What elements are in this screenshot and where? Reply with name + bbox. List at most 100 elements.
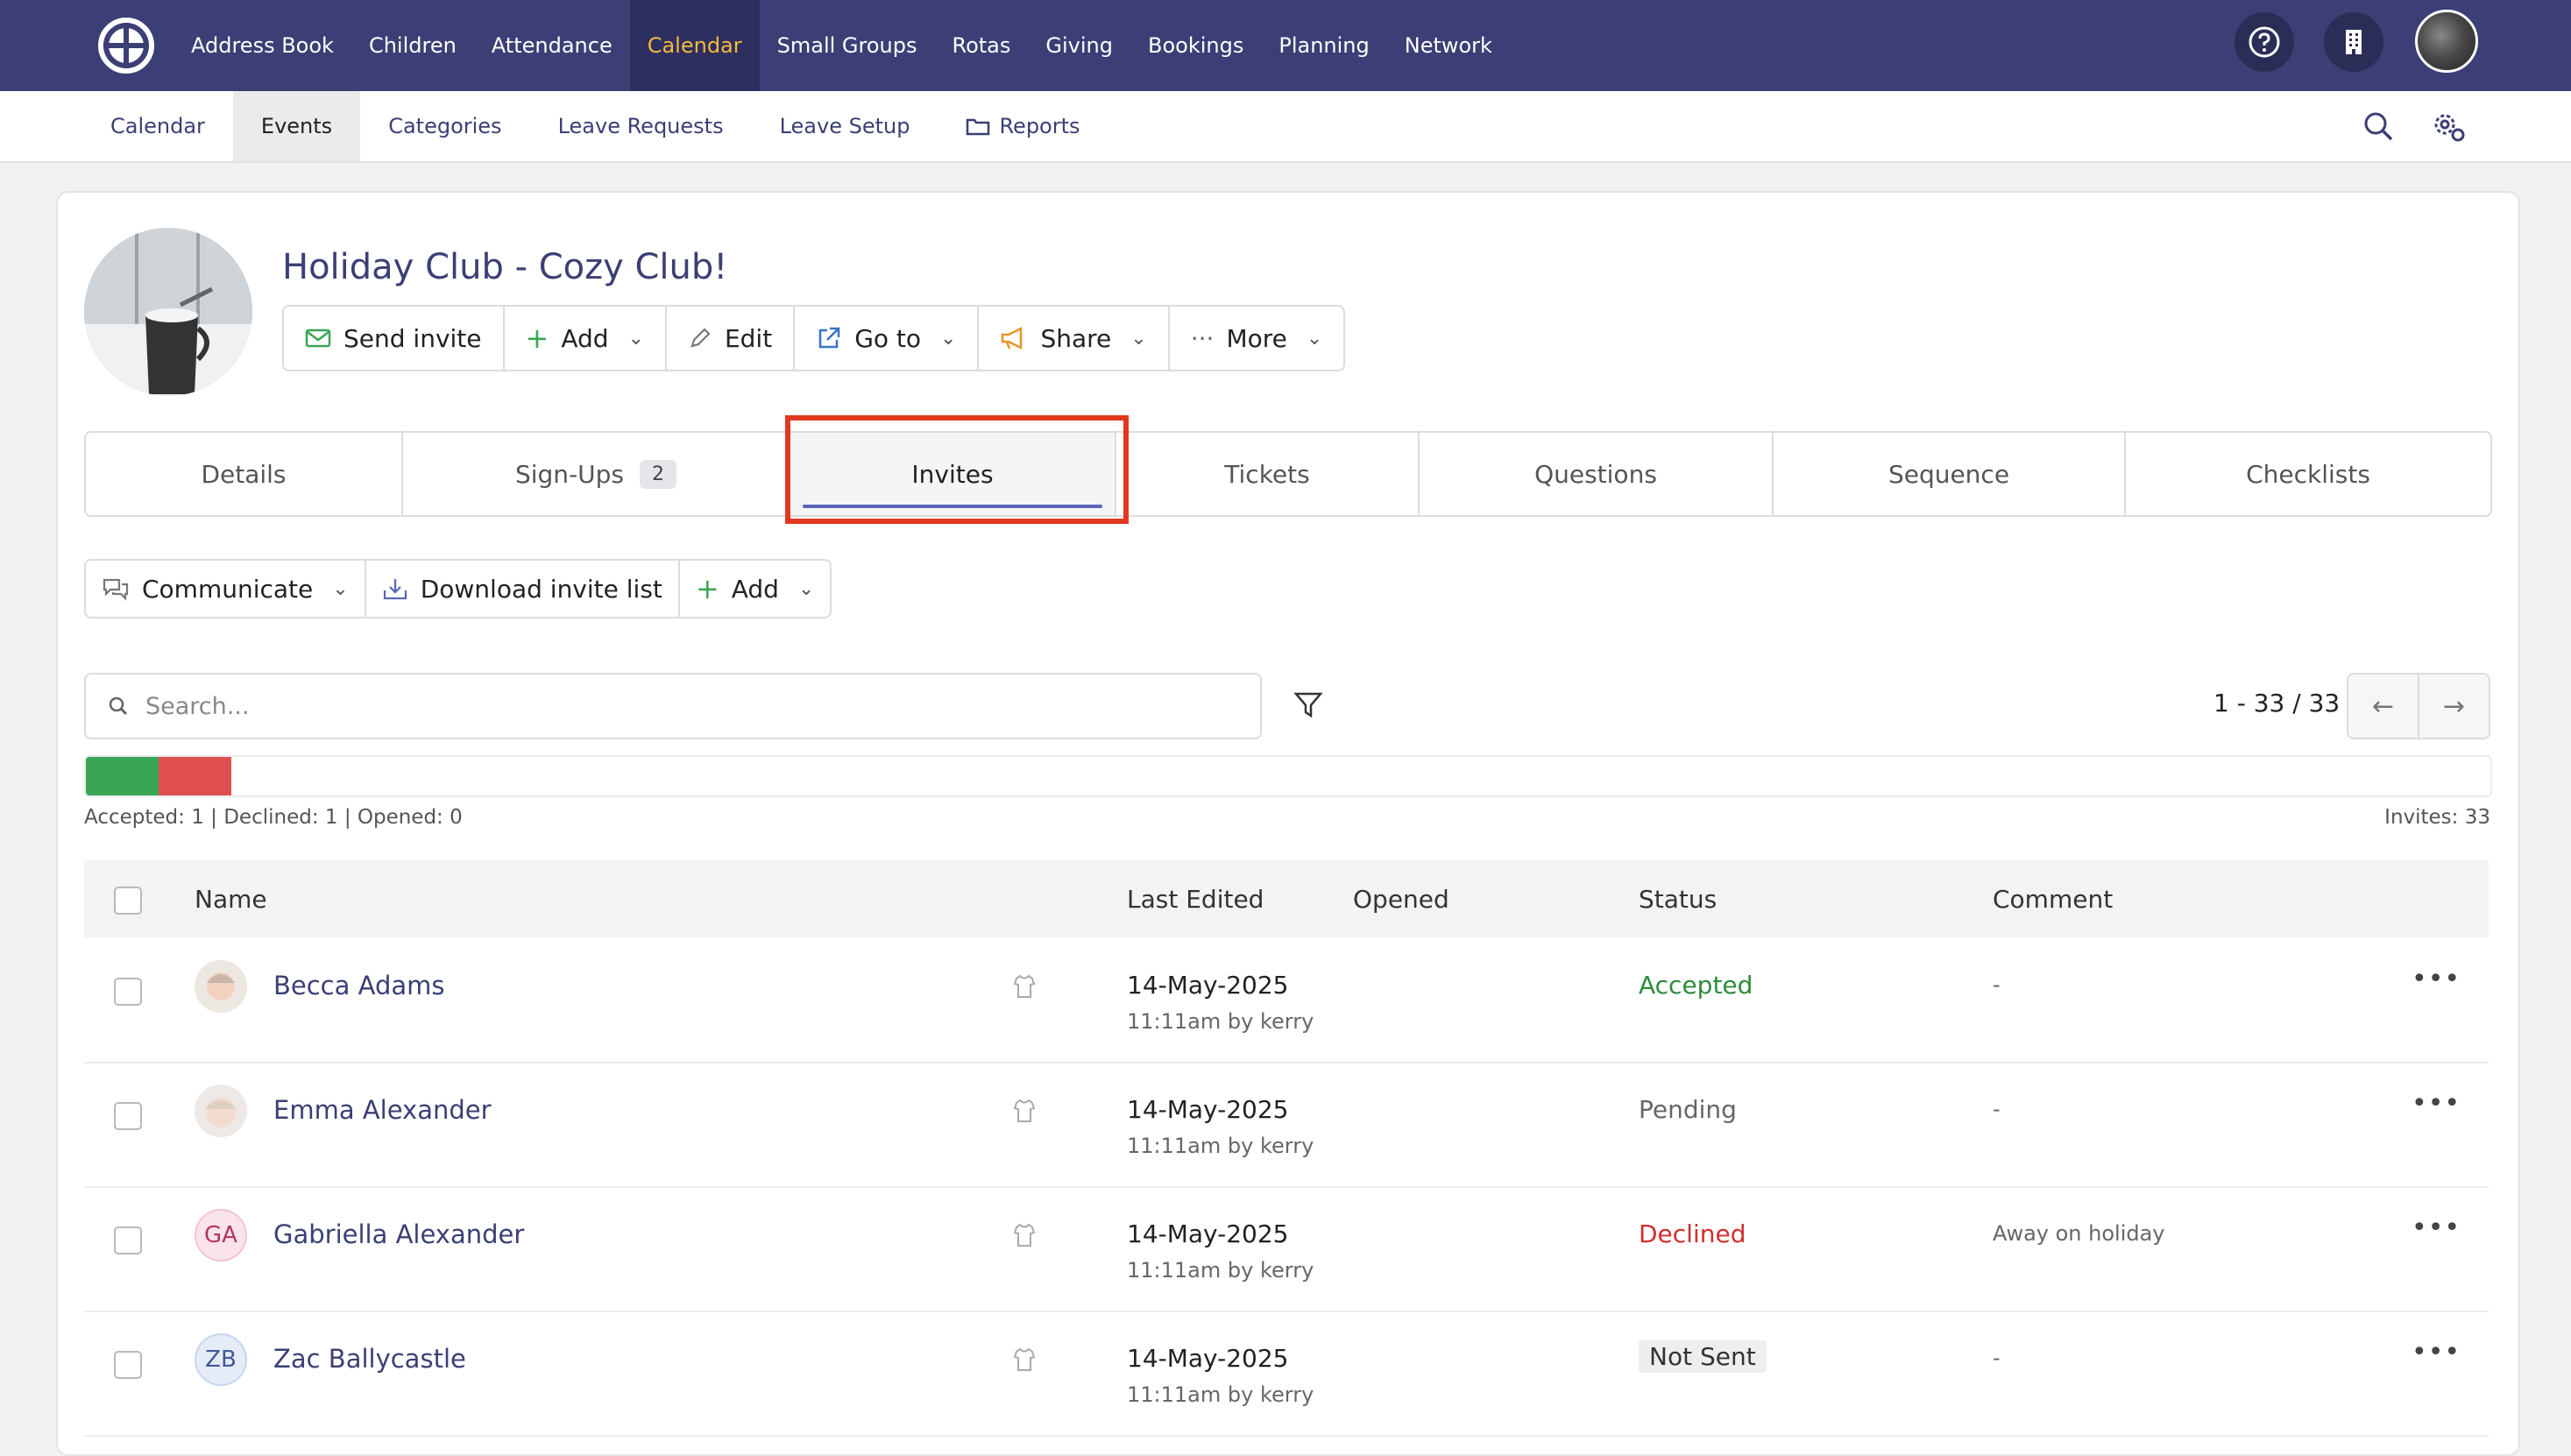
nav-item-attendance[interactable]: Attendance (474, 0, 630, 91)
tab-details[interactable]: Details (86, 433, 403, 515)
nav-item-rotas[interactable]: Rotas (934, 0, 1028, 91)
subnav-reports-label: Reports (999, 114, 1080, 138)
comment-text: Away on holiday (1993, 1221, 2165, 1246)
tab-sequence[interactable]: Sequence (1774, 433, 2126, 515)
avatar: GA (195, 1209, 247, 1262)
organisation-button[interactable] (2324, 12, 2383, 72)
last-edited-by: 11:11am by kerry (1127, 1009, 1314, 1034)
row-checkbox[interactable] (114, 978, 142, 1006)
communicate-dropdown-button[interactable]: Communicate ⌄ (86, 561, 366, 617)
tab-sequence-label: Sequence (1888, 459, 2010, 489)
person-name-link[interactable]: Gabriella Alexander (273, 1219, 524, 1249)
tab-invites-label: Invites (911, 459, 994, 489)
response-stats: Accepted: 1 | Declined: 1 | Opened: 0 (84, 806, 463, 829)
download-invite-list-button[interactable]: Download invite list (366, 561, 680, 617)
subnav-leave-setup[interactable]: Leave Setup (752, 91, 938, 161)
last-edited-date: 14-May-2025 (1127, 1095, 1289, 1124)
row-checkbox[interactable] (114, 1351, 142, 1379)
tab-checklists[interactable]: Checklists (2126, 433, 2490, 515)
add-label: Add (561, 323, 609, 353)
more-dropdown-button[interactable]: ··· More ⌄ (1170, 307, 1344, 370)
person-name-link[interactable]: Emma Alexander (273, 1095, 492, 1125)
nav-item-children[interactable]: Children (351, 0, 474, 91)
filter-button[interactable] (1293, 690, 1323, 724)
subnav-events[interactable]: Events (232, 91, 361, 161)
table-row[interactable]: GA Gabriella Alexander 14-May-2025 11:11… (84, 1186, 2489, 1312)
last-edited-date: 14-May-2025 (1127, 1344, 1289, 1373)
person-name-link[interactable]: Becca Adams (273, 971, 444, 1000)
row-actions-ellipsis-icon[interactable]: ••• (2412, 964, 2461, 994)
subnav-leave-requests[interactable]: Leave Requests (530, 91, 752, 161)
nav-item-planning[interactable]: Planning (1261, 0, 1386, 91)
tab-tickets[interactable]: Tickets (1116, 433, 1420, 515)
pagination-summary: 1 - 33 / 33 (2213, 689, 2341, 717)
status-label: Pending (1639, 1095, 1737, 1124)
row-checkbox[interactable] (114, 1102, 142, 1130)
child-photo (195, 960, 247, 1013)
subnav-calendar[interactable]: Calendar (82, 91, 233, 161)
nav-item-address-book[interactable]: Address Book (174, 0, 351, 91)
comment-text: - (1993, 1346, 2001, 1370)
nav-item-calendar[interactable]: Calendar (629, 0, 760, 91)
nav-item-bookings[interactable]: Bookings (1130, 0, 1261, 91)
edit-label: Edit (724, 323, 773, 353)
help-button[interactable] (2235, 12, 2294, 72)
subnav-reports[interactable]: Reports (938, 91, 1108, 161)
avatar: ZB (195, 1333, 247, 1386)
download-invite-list-label: Download invite list (420, 574, 662, 604)
send-invite-button[interactable]: Send invite (284, 307, 505, 370)
tab-sign-ups[interactable]: Sign-Ups 2 (403, 433, 790, 515)
search-button[interactable] (2361, 109, 2396, 144)
plus-icon: + (525, 322, 549, 355)
tab-tickets-label: Tickets (1224, 459, 1310, 489)
table-row[interactable]: Emma Alexander 14-May-2025 11:11am by ke… (84, 1062, 2489, 1188)
church-suite-logo-icon[interactable] (98, 18, 154, 74)
table-row[interactable]: Becca Adams 14-May-2025 11:11am by kerry… (84, 937, 2489, 1064)
chevron-down-icon: ⌄ (797, 577, 815, 600)
event-title: Holiday Club - Cozy Club! (282, 247, 728, 287)
envelope-icon (305, 329, 331, 348)
external-link-icon (818, 327, 840, 349)
column-header-last-edited[interactable]: Last Edited (1127, 885, 1264, 914)
go-to-label: Go to (854, 323, 922, 353)
search-icon (109, 696, 128, 716)
column-header-comment[interactable]: Comment (1993, 885, 2113, 914)
add-invitees-dropdown-button[interactable]: + Add ⌄ (680, 561, 830, 617)
tab-questions-label: Questions (1534, 459, 1657, 489)
next-page-button[interactable]: → (2419, 675, 2489, 738)
download-icon (383, 579, 407, 600)
column-header-opened[interactable]: Opened (1353, 885, 1449, 914)
user-avatar[interactable] (2415, 10, 2478, 73)
row-checkbox[interactable] (114, 1226, 142, 1255)
row-actions-ellipsis-icon[interactable]: ••• (2412, 1088, 2461, 1119)
table-row[interactable]: ZB Zac Ballycastle 14-May-2025 11:11am b… (84, 1311, 2489, 1437)
tshirt-icon (1013, 1223, 1036, 1247)
status-label: Accepted (1639, 971, 1753, 1000)
arrow-right-icon: → (2442, 690, 2466, 722)
chevron-down-icon: ⌄ (1130, 327, 1147, 350)
nav-item-small-groups[interactable]: Small Groups (760, 0, 935, 91)
column-header-name[interactable]: Name (195, 885, 267, 914)
add-invitees-label: Add (731, 574, 779, 604)
go-to-dropdown-button[interactable]: Go to ⌄ (795, 307, 980, 370)
add-dropdown-button[interactable]: + Add ⌄ (505, 307, 667, 370)
row-actions-ellipsis-icon[interactable]: ••• (2412, 1212, 2461, 1243)
person-name-link[interactable]: Zac Ballycastle (273, 1344, 466, 1374)
edit-button[interactable]: Edit (667, 307, 796, 370)
tshirt-icon (1013, 974, 1036, 998)
column-header-status[interactable]: Status (1639, 885, 1717, 914)
tab-questions[interactable]: Questions (1420, 433, 1774, 515)
last-edited-date: 14-May-2025 (1127, 1219, 1289, 1248)
nav-item-network[interactable]: Network (1387, 0, 1510, 91)
previous-page-button[interactable]: ← (2348, 675, 2419, 738)
tab-invites[interactable]: Invites (790, 433, 1116, 515)
status-label: Declined (1639, 1219, 1746, 1248)
nav-item-giving[interactable]: Giving (1028, 0, 1130, 91)
settings-button[interactable] (2431, 109, 2466, 144)
select-all-checkbox[interactable] (114, 887, 142, 915)
megaphone-icon (1002, 326, 1023, 350)
search-input[interactable] (144, 691, 1199, 721)
share-dropdown-button[interactable]: Share ⌄ (979, 307, 1170, 370)
row-actions-ellipsis-icon[interactable]: ••• (2412, 1337, 2461, 1368)
subnav-categories[interactable]: Categories (360, 91, 529, 161)
